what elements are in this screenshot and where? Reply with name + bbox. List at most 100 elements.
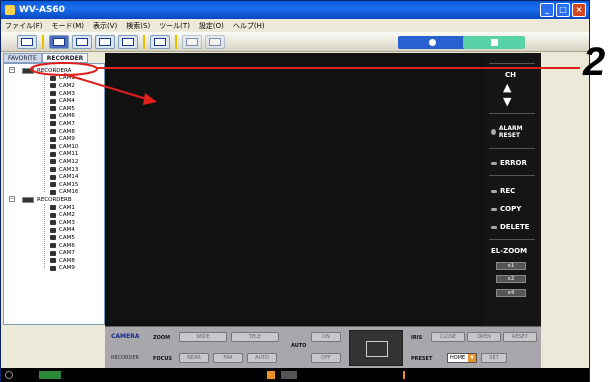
layout-4-button[interactable]: [72, 34, 92, 49]
tab-camera[interactable]: CAMERA: [111, 333, 139, 340]
copy-button[interactable]: COPY: [491, 205, 521, 213]
ch-up-button[interactable]: ▲: [503, 81, 511, 94]
tree-camera-node[interactable]: CAM3: [50, 90, 75, 98]
menu-file[interactable]: ファイル(F): [5, 21, 43, 31]
ch-down-button[interactable]: ▼: [503, 95, 511, 108]
tree-camera-label: CAM1: [59, 204, 75, 211]
status-bar: [1, 368, 589, 382]
tree-recorder-node[interactable]: RECORDERA: [22, 67, 71, 75]
zoom-x4-button[interactable]: x4: [496, 289, 526, 297]
fullscreen-button[interactable]: [150, 34, 170, 49]
tree-camera-node[interactable]: CAM5: [50, 234, 75, 242]
camera-icon: [50, 205, 56, 211]
camera-icon: [50, 212, 56, 218]
tree-camera-node[interactable]: CAM8: [50, 257, 75, 265]
tree-camera-node[interactable]: CAM16: [50, 189, 78, 197]
menu-search[interactable]: 検索(S): [126, 21, 150, 31]
maximize-button[interactable]: □: [556, 3, 570, 17]
divider: [489, 175, 535, 176]
tree-camera-node[interactable]: CAM9: [50, 265, 75, 273]
tree-camera-node[interactable]: CAM14: [50, 173, 78, 181]
tab-favorite[interactable]: FAVORITE: [3, 53, 42, 63]
close-button[interactable]: ×: [572, 3, 586, 17]
tree-camera-node[interactable]: CAM3: [50, 219, 75, 227]
focus-auto-button[interactable]: AUTO: [247, 353, 277, 363]
iris-label: IRIS: [411, 335, 423, 341]
quad-screen-icon: [76, 37, 88, 46]
tree-camera-label: CAM9: [59, 136, 75, 143]
tree-camera-node[interactable]: CAM5: [50, 105, 75, 113]
settings-icon[interactable]: [5, 371, 13, 379]
menu-mode[interactable]: モード(M): [52, 21, 85, 31]
error-button[interactable]: ERROR: [491, 159, 527, 167]
recorder-mode-toggle[interactable]: [463, 36, 525, 49]
tab-recorder-control[interactable]: RECORDER: [111, 355, 139, 361]
focus-far-button[interactable]: FAR: [213, 353, 243, 363]
tree-camera-node[interactable]: CAM8: [50, 128, 75, 136]
tree-camera-node[interactable]: CAM9: [50, 135, 75, 143]
tree-camera-node[interactable]: CAM15: [50, 181, 78, 189]
tree-camera-node[interactable]: CAM10: [50, 143, 78, 151]
tree-camera-node[interactable]: CAM13: [50, 166, 78, 174]
tree-camera-node[interactable]: CAM2: [50, 82, 75, 90]
live-mode-toggle[interactable]: [398, 36, 468, 49]
tree-camera-node[interactable]: CAM4: [50, 97, 75, 105]
playback-button[interactable]: [205, 34, 225, 49]
rec-button[interactable]: REC: [491, 187, 515, 195]
tree-tabs: FAVORITE RECORDER: [3, 53, 107, 63]
tree-camera-label: CAM12: [59, 158, 79, 165]
tree-recorder-node[interactable]: RECORDERB: [22, 196, 72, 204]
tree-camera-label: CAM11: [59, 151, 79, 158]
auto-on-button[interactable]: ON: [311, 332, 341, 342]
delete-button[interactable]: DELETE: [491, 223, 529, 231]
tree-camera-node[interactable]: CAM11: [50, 151, 78, 159]
layout-1-button[interactable]: [49, 34, 69, 49]
zoom-x2-button[interactable]: x2: [496, 275, 526, 283]
tree-expand-toggle[interactable]: −: [9, 196, 15, 203]
zoom-wide-button[interactable]: WIDE: [179, 332, 227, 342]
play-icon[interactable]: [281, 371, 297, 379]
preset-select[interactable]: HOME ▼: [447, 353, 477, 363]
zoom-x1-button[interactable]: x1: [496, 262, 526, 270]
search-tool-button[interactable]: [17, 34, 37, 49]
prev-icon[interactable]: [267, 371, 275, 379]
rec-label: REC: [500, 187, 516, 195]
pan-tilt-center[interactable]: [366, 341, 388, 357]
zoom-tele-button[interactable]: TELE: [231, 332, 279, 342]
pan-tilt-pad[interactable]: [349, 330, 403, 366]
recorder-icon: [22, 67, 34, 74]
tree-camera-node[interactable]: CAM7: [50, 249, 75, 257]
tree-camera-node[interactable]: CAM6: [50, 242, 75, 250]
menu-settings[interactable]: 設定(O): [199, 21, 224, 31]
iris-close-button[interactable]: CLOSE: [431, 332, 465, 342]
layout-9-button[interactable]: [95, 34, 115, 49]
iris-open-button[interactable]: OPEN: [467, 332, 501, 342]
tree-camera-node[interactable]: CAM1: [50, 204, 75, 212]
fullscreen-icon: [154, 37, 166, 46]
layout-16-button[interactable]: [118, 34, 138, 49]
tree-camera-label: CAM14: [59, 174, 79, 181]
alarm-reset-label: ALARM RESET: [498, 125, 523, 139]
auto-off-button[interactable]: OFF: [311, 353, 341, 363]
indicator-icon: [491, 189, 497, 193]
tree-camera-node[interactable]: CAM12: [50, 158, 78, 166]
camera-icon: [50, 235, 56, 241]
tab-recorder[interactable]: RECORDER: [41, 53, 89, 63]
iris-reset-button[interactable]: RESET: [503, 332, 537, 342]
menu-view[interactable]: 表示(V): [93, 21, 117, 31]
tree-camera-node[interactable]: CAM1: [50, 75, 75, 83]
tree-expand-toggle[interactable]: −: [9, 67, 15, 73]
preset-set-button[interactable]: SET: [481, 353, 507, 363]
preset-value: HOME: [450, 355, 466, 361]
minimize-button[interactable]: _: [540, 3, 554, 17]
sequence-button[interactable]: [182, 34, 202, 49]
menu-tools[interactable]: ツール(T): [159, 21, 190, 31]
focus-near-button[interactable]: NEAR: [179, 353, 209, 363]
alarm-reset-button[interactable]: ALARM RESET: [491, 125, 537, 139]
tree-camera-node[interactable]: CAM2: [50, 211, 75, 219]
tree-camera-node[interactable]: CAM6: [50, 113, 75, 121]
tree-camera-node[interactable]: CAM7: [50, 120, 75, 128]
video-display[interactable]: [105, 53, 483, 326]
menu-help[interactable]: ヘルプ(H): [233, 21, 265, 31]
tree-camera-node[interactable]: CAM4: [50, 227, 75, 235]
